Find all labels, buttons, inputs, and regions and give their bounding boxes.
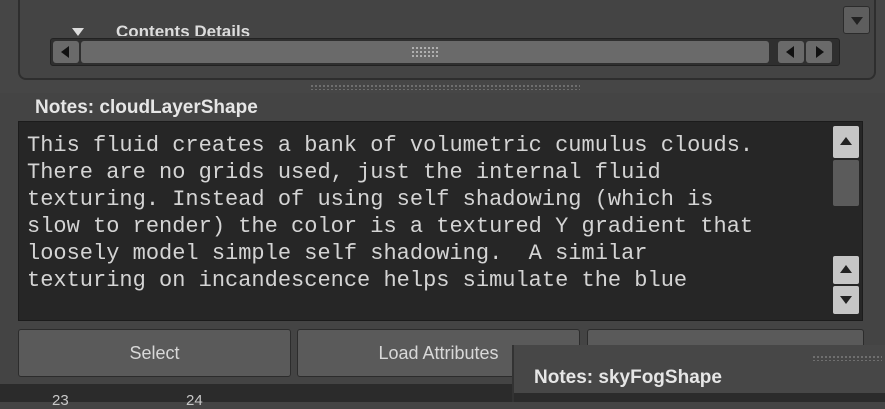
scroll-down-button[interactable] (843, 6, 870, 34)
horizontal-scrollbar[interactable] (50, 38, 840, 66)
triangle-down-icon[interactable] (72, 28, 84, 36)
panel-splitter[interactable] (310, 84, 580, 90)
scroll-left-button-2[interactable] (778, 41, 804, 63)
contents-details-header[interactable]: Contents Details (58, 10, 838, 36)
section-frame: Contents Details (18, 0, 876, 80)
scroll-up-button[interactable] (833, 126, 859, 158)
scrollbar-thumb[interactable] (81, 41, 769, 63)
vertical-scrollbar-thumb[interactable] (833, 160, 859, 206)
scroll-right-button[interactable] (806, 41, 832, 63)
notes-text-area[interactable]: This fluid creates a bank of volumetric … (18, 121, 863, 321)
scroll-up-button-2[interactable] (833, 256, 859, 284)
arrow-up-icon (840, 137, 852, 145)
attribute-section-panel: Contents Details (0, 0, 885, 93)
arrow-right-icon (816, 46, 824, 58)
panel-grip-icon[interactable] (812, 355, 882, 361)
floating-notes-panel: Notes: skyFogShape (512, 345, 885, 402)
frame-number: 24 (186, 392, 203, 409)
grip-handle-icon (411, 46, 439, 58)
frame-number: 23 (52, 392, 69, 409)
arrow-left-icon (786, 46, 794, 58)
arrow-left-icon (61, 46, 69, 58)
scroll-left-button[interactable] (53, 41, 79, 63)
scroll-down-button[interactable] (833, 286, 859, 314)
arrow-down-icon (851, 17, 863, 25)
select-button[interactable]: Select (18, 329, 291, 377)
overlay-notes-title: Notes: skyFogShape (534, 367, 722, 388)
arrow-up-icon (840, 265, 852, 273)
section-label: Contents Details (116, 22, 251, 36)
overlay-text-area[interactable] (514, 393, 885, 402)
notes-title: Notes: cloudLayerShape (35, 97, 258, 118)
arrow-down-icon (840, 296, 852, 304)
notes-text[interactable]: This fluid creates a bank of volumetric … (27, 132, 827, 318)
